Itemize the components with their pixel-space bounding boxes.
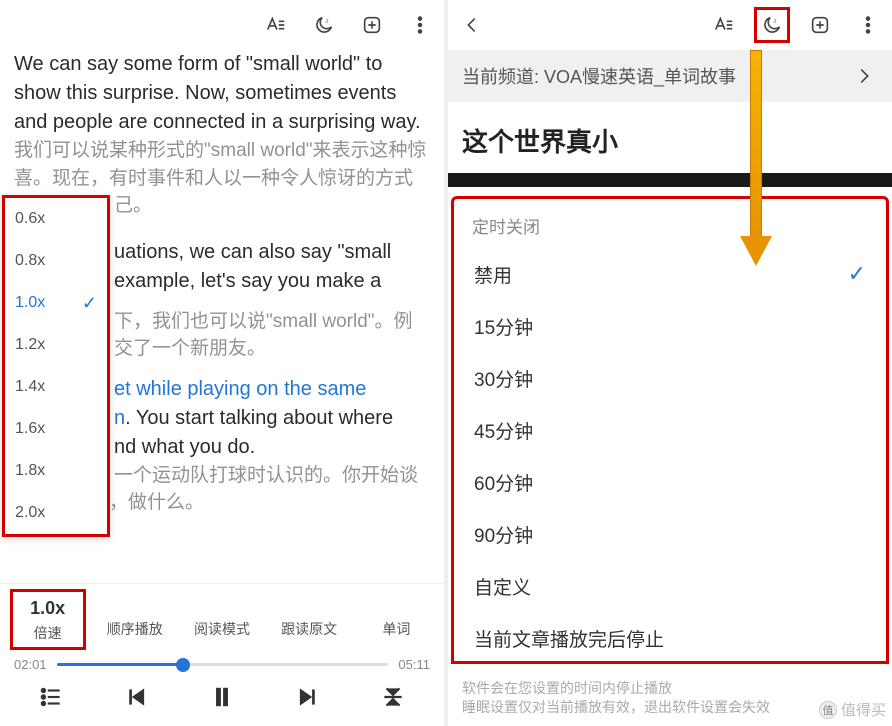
video-strip [448,173,892,187]
playback-controls [0,674,444,726]
timer-90[interactable]: 90分钟 [454,508,886,560]
footer-l1: 软件会在您设置的时间内停止播放 [462,679,878,699]
prev-button[interactable] [116,682,156,712]
more-icon[interactable] [406,11,434,39]
para3-link[interactable]: et while playing on the same [114,375,430,404]
channel-bar[interactable]: 当前频道: VOA慢速英语_单词故事 [448,50,892,102]
next-button[interactable] [288,682,328,712]
timer-sheet: 定时关闭 禁用✓ 15分钟 30分钟 45分钟 60分钟 90分钟 自定义 当前… [451,196,889,664]
speed-label: 倍速 [34,623,62,643]
speed-0.6x[interactable]: 0.6x [5,198,107,240]
right-pane: z 当前频道: VOA慢速英语_单词故事 这个世界真小 定时关闭 禁用✓ 15分… [448,0,892,726]
sheet-title: 定时关闭 [454,199,886,248]
read-mode-button[interactable]: 阅读模式 [187,592,257,647]
back-icon[interactable] [458,11,486,39]
speed-2.0x[interactable]: 2.0x [5,492,107,534]
check-icon: ✓ [82,293,97,314]
para3-en-b: nd what you do. [114,433,430,462]
player-bar: 1.0x 倍速 顺序播放 阅读模式 跟读原文 W 单词 02:01 [0,583,444,726]
watermark-icon: 值 [819,701,837,719]
playlist-button[interactable] [31,682,71,712]
speed-1.8x[interactable]: 1.8x [5,450,107,492]
left-pane: z We can say some form of "small world" … [0,0,444,726]
timer-disable[interactable]: 禁用✓ [454,248,886,300]
speed-1.0x[interactable]: 1.0x✓ [5,282,107,324]
add-icon[interactable] [806,11,834,39]
follow-label: 跟读原文 [281,619,337,639]
speed-1.2x[interactable]: 1.2x [5,324,107,366]
para2-en-a: uations, we can also say "small [114,238,430,267]
speed-1.6x[interactable]: 1.6x [5,408,107,450]
watermark-text: 值得买 [841,699,886,720]
timer-custom[interactable]: 自定义 [454,560,886,612]
chevron-right-icon [850,62,878,90]
order-label: 顺序播放 [107,619,163,639]
timer-30[interactable]: 30分钟 [454,352,886,404]
timer-moon-icon[interactable]: z [758,11,786,39]
collapse-button[interactable] [373,682,413,712]
para1-en: We can say some form of "small world" to… [14,50,430,137]
progress-track[interactable] [57,663,389,666]
footer-l2: 睡眠设置仅对当前播放有效，退出软件设置会失效 [462,698,878,718]
timer-60[interactable]: 60分钟 [454,456,886,508]
topbar-right: z [448,0,892,50]
font-icon[interactable] [710,11,738,39]
moon-icon[interactable]: z [310,11,338,39]
timer-after-article[interactable]: 当前文章播放完后停止 [454,612,886,664]
watermark: 值 值得买 [819,699,886,720]
page-title: 这个世界真小 [448,102,892,173]
current-time: 02:01 [14,657,47,672]
svg-text:z: z [774,18,777,24]
font-icon[interactable] [262,11,290,39]
timer-45[interactable]: 45分钟 [454,404,886,456]
para3-zh-a: 一个运动队打球时认识的。你开始谈 [114,462,430,490]
para1-zh-tail: 己。 [114,192,430,220]
check-icon: ✓ [848,261,866,287]
more-icon[interactable] [854,11,882,39]
progress-bar[interactable]: 02:01 05:11 [0,651,444,674]
para2-zh-a: 下，我们也可以说"small world"。例 [114,308,430,336]
para1-zh: 我们可以说某种形式的"small world"来表示这种惊喜。现在，有时事件和人… [14,137,430,192]
word-label: 单词 [382,619,410,639]
tool-row: 1.0x 倍速 顺序播放 阅读模式 跟读原文 W 单词 [0,584,444,651]
svg-text:z: z [326,18,329,24]
para3-en-a: n. You start talking about where [114,404,430,433]
total-time: 05:11 [398,657,430,672]
timer-15[interactable]: 15分钟 [454,300,886,352]
word-button[interactable]: W 单词 [361,592,431,647]
speed-1.4x[interactable]: 1.4x [5,366,107,408]
progress-fill [57,663,183,666]
order-button[interactable]: 顺序播放 [100,592,170,647]
speed-0.8x[interactable]: 0.8x [5,240,107,282]
progress-thumb[interactable] [176,658,190,672]
pause-button[interactable] [202,682,242,712]
para2-en-b: example, let's say you make a [114,267,430,296]
add-icon[interactable] [358,11,386,39]
follow-button[interactable]: 跟读原文 [274,592,344,647]
speed-button[interactable]: 1.0x 倍速 [13,592,83,647]
speed-popup: 0.6x 0.8x 1.0x✓ 1.2x 1.4x 1.6x 1.8x 2.0x [2,195,110,537]
read-mode-label: 阅读模式 [194,619,250,639]
topbar-left: z [0,0,444,50]
para2-zh-b: 交了一个新朋友。 [114,335,430,363]
channel-text: 当前频道: VOA慢速英语_单词故事 [462,63,736,89]
